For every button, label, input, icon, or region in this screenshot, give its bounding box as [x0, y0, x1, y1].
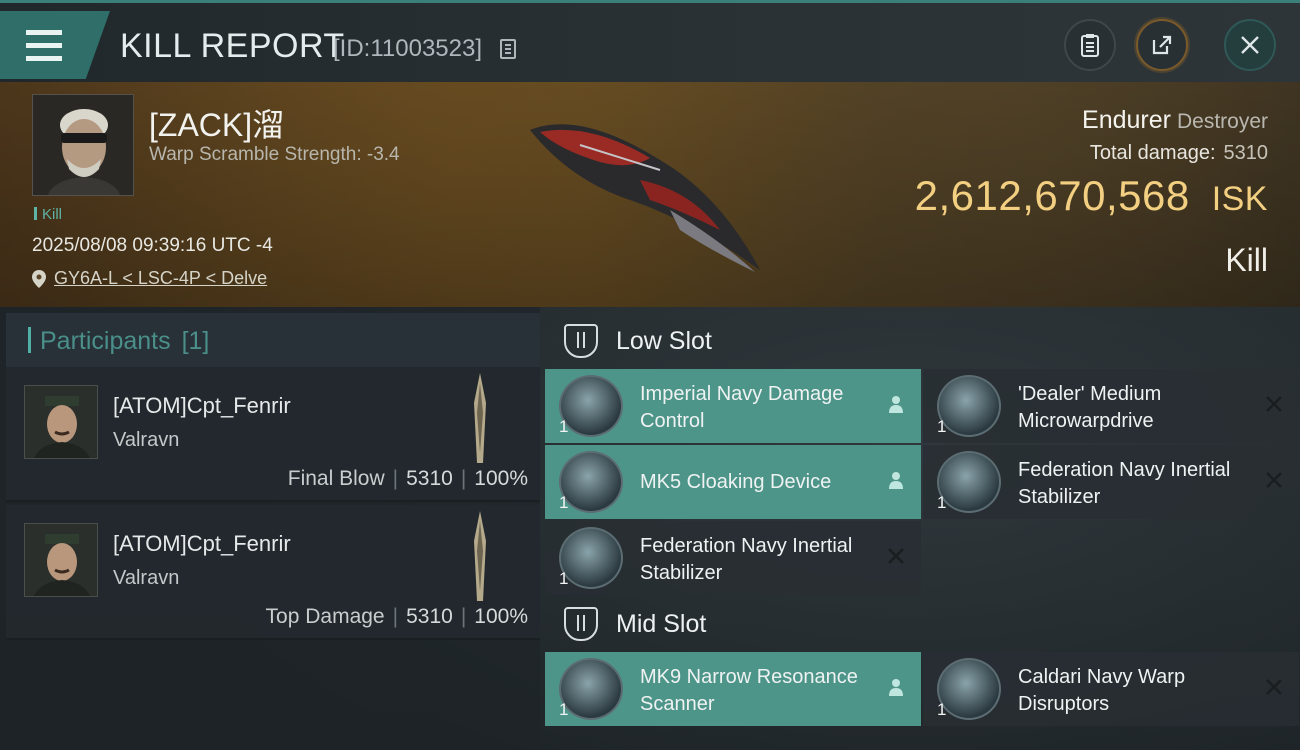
low-slot-header: Low Slot — [545, 312, 1300, 370]
damage-control-icon — [559, 375, 623, 437]
kill-type-tag: Kill — [34, 206, 62, 223]
module-name: Federation Navy Inertial Stabilizer — [640, 535, 853, 584]
scanner-icon — [559, 658, 623, 720]
participant-stats: Top Damage | 5310 | 100% — [265, 605, 528, 628]
location-pin-icon — [32, 269, 46, 288]
destroyed-x-icon — [1266, 679, 1282, 695]
module-qty: 1 — [559, 417, 569, 436]
module-name: 'Dealer' Medium Microwarpdrive — [1018, 383, 1162, 432]
participant-damage: 5310 — [406, 467, 453, 490]
destroyed-x-icon — [1266, 472, 1282, 488]
microwarpdrive-icon — [937, 375, 1001, 437]
inertial-stabilizer-icon — [559, 527, 623, 589]
low-slot-icon — [564, 324, 598, 358]
participant-row[interactable]: [ATOM]Cpt_Fenrir Valravn Top Damage | 5310… — [6, 505, 540, 640]
mid-slot-header: Mid Slot — [545, 595, 1300, 653]
module-name: Imperial Navy Damage Control — [640, 383, 844, 432]
total-damage-label: Total damage: — [1089, 142, 1216, 164]
inertial-stabilizer-icon — [937, 451, 1001, 513]
victim-portrait-icon — [33, 95, 133, 195]
module-item[interactable]: 1 Caldari Navy Warp Disruptors — [923, 652, 1299, 726]
cloaking-device-icon — [559, 451, 623, 513]
module-item[interactable]: 1 'Dealer' Medium Microwarpdrive — [923, 369, 1299, 443]
module-item[interactable]: 1 Federation Navy Inertial Stabilizer — [545, 521, 921, 595]
module-name: Federation Navy Inertial Stabilizer — [1018, 459, 1231, 508]
warp-scramble-strength: Warp Scramble Strength: -3.4 — [149, 144, 400, 165]
module-name: MK5 Cloaking Device — [640, 471, 832, 493]
page-title: KILL REPORT — [120, 27, 345, 65]
isk-unit: ISK — [1211, 180, 1268, 218]
participant-role: Top Damage — [265, 605, 385, 628]
ship-class: Destroyer — [1176, 110, 1268, 133]
participant-ship-icon — [474, 373, 486, 463]
module-qty: 1 — [559, 700, 569, 719]
victim-avatar[interactable] — [32, 94, 134, 196]
participant-ship-icon — [474, 511, 486, 601]
victim-name: [ZACK]溜 — [149, 107, 285, 143]
participants-label: Participants — [40, 327, 171, 355]
close-icon — [1241, 36, 1259, 54]
dropped-person-icon — [889, 679, 903, 696]
share-icon — [1152, 35, 1172, 55]
victim-banner: [ZACK]溜 Warp Scramble Strength: -3.4 Kil… — [0, 82, 1300, 307]
destroyed-x-icon — [888, 548, 904, 564]
report-id: [ID:11003523] — [333, 35, 483, 62]
copy-icon[interactable] — [500, 39, 516, 59]
close-button[interactable] — [1224, 19, 1276, 71]
participant-percent: 100% — [474, 467, 528, 490]
participant-ship: Valravn — [113, 429, 180, 451]
clipboard-icon — [1081, 34, 1099, 57]
destroyed-x-icon — [1266, 396, 1282, 412]
dropped-person-icon — [889, 396, 903, 413]
module-name: Caldari Navy Warp Disruptors — [1018, 666, 1186, 715]
participant-avatar — [24, 523, 98, 597]
kill-report-screen: KILL REPORT [ID:11003523] [ZACK]溜 Warp S… — [0, 0, 1300, 750]
ship-render-image — [530, 124, 760, 272]
participant-avatar — [24, 385, 98, 459]
module-qty: 1 — [937, 417, 947, 436]
module-qty: 1 — [937, 493, 947, 512]
ship-name: Endurer — [1082, 106, 1171, 134]
mid-slot-title: Mid Slot — [616, 609, 707, 638]
participant-damage: 5310 — [406, 605, 453, 628]
warp-disruptor-icon — [937, 658, 1001, 720]
dropped-person-icon — [889, 472, 903, 489]
module-item[interactable]: 1 MK9 Narrow Resonance Scanner — [545, 652, 921, 726]
isk-amount: 2,612,670,568 — [914, 172, 1190, 219]
low-slot-title: Low Slot — [616, 326, 712, 355]
module-name: MK9 Narrow Resonance Scanner — [640, 666, 858, 715]
total-damage-value: 5310 — [1223, 142, 1269, 164]
top-bar: KILL REPORT [ID:11003523] — [0, 0, 1300, 82]
module-item[interactable]: 1 Imperial Navy Damage Control — [545, 369, 921, 443]
participant-portrait-icon — [25, 386, 97, 458]
participants-count: [1] — [181, 327, 210, 355]
participant-name: [ATOM]Cpt_Fenrir — [113, 531, 291, 556]
kill-location[interactable]: GY6A-L < LSC-4P < Delve — [32, 268, 267, 289]
clipboard-button[interactable] — [1064, 19, 1116, 71]
participants-header: Participants [1] — [6, 313, 540, 367]
mid-slot-icon — [564, 607, 598, 641]
menu-button[interactable] — [0, 11, 110, 79]
module-item[interactable]: 1 MK5 Cloaking Device — [545, 445, 921, 519]
participant-percent: 100% — [474, 605, 528, 628]
kill-result: Kill — [1225, 242, 1268, 278]
participant-name: [ATOM]Cpt_Fenrir — [113, 393, 291, 418]
participant-ship: Valravn — [113, 567, 180, 589]
share-button[interactable] — [1136, 19, 1188, 71]
menu-icon — [26, 26, 62, 65]
module-qty: 1 — [559, 569, 569, 588]
total-damage: Total damage: 5310 — [1090, 142, 1268, 165]
kill-datetime: 2025/08/08 09:39:16 UTC -4 — [32, 235, 273, 256]
participant-portrait-icon — [25, 524, 97, 596]
module-item[interactable]: 1 Federation Navy Inertial Stabilizer — [923, 445, 1299, 519]
victim-ship: Endurer Destroyer — [1082, 106, 1268, 135]
participant-stats: Final Blow | 5310 | 100% — [287, 467, 528, 490]
participants-panel: Participants [1] [ATOM]Cpt_Fenrir Valrav… — [0, 307, 540, 750]
isk-value: 2,612,670,568 ISK — [915, 172, 1268, 220]
module-qty: 1 — [559, 493, 569, 512]
module-qty: 1 — [937, 700, 947, 719]
participant-row[interactable]: [ATOM]Cpt_Fenrir Valravn Final Blow | 5310… — [6, 367, 540, 502]
participant-role: Final Blow — [287, 467, 385, 490]
location-link[interactable]: GY6A-L < LSC-4P < Delve — [54, 268, 267, 289]
